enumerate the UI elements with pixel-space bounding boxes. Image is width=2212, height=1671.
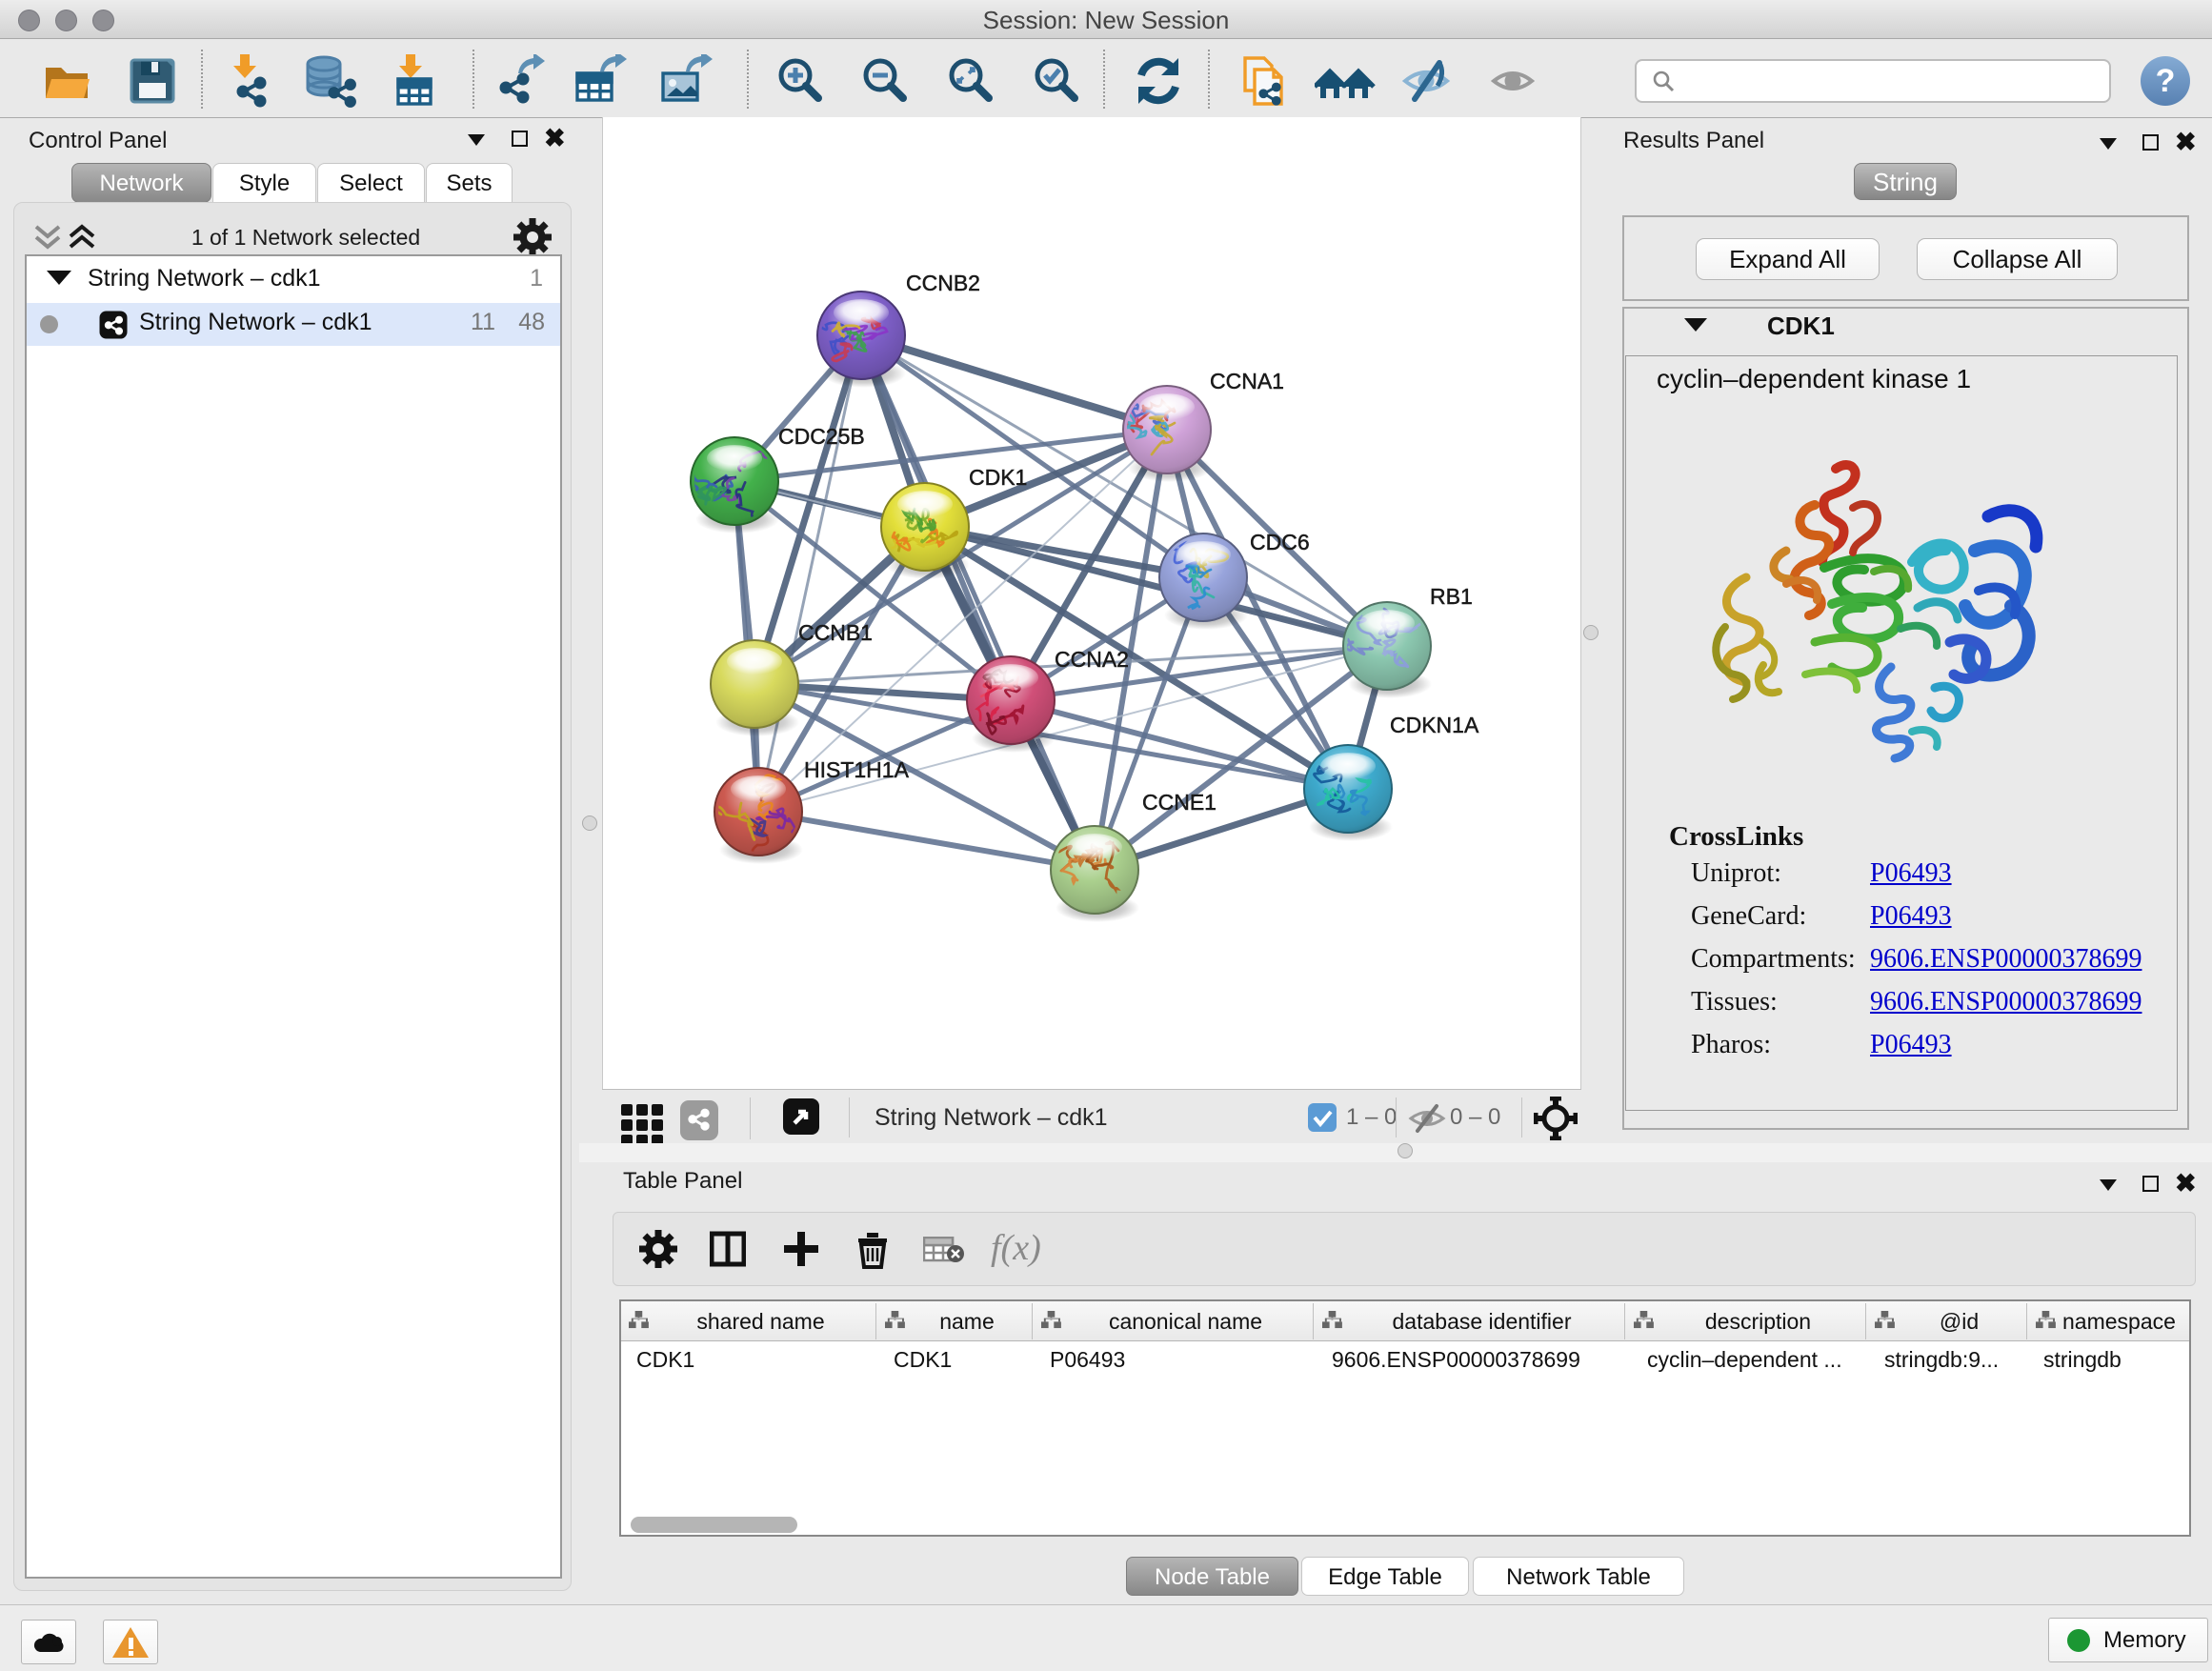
svg-text:CCNA1: CCNA1 (1210, 369, 1284, 393)
svg-text:CCNB2: CCNB2 (906, 271, 980, 295)
svg-text:CCNA2: CCNA2 (1055, 647, 1129, 672)
svg-text:CCNB1: CCNB1 (798, 620, 873, 645)
svg-text:HIST1H1A: HIST1H1A (804, 757, 910, 782)
svg-text:CCNE1: CCNE1 (1142, 790, 1217, 815)
svg-text:CDC6: CDC6 (1250, 530, 1310, 554)
svg-text:CDKN1A: CDKN1A (1390, 713, 1479, 737)
svg-text:RB1: RB1 (1430, 584, 1473, 609)
svg-text:CDK1: CDK1 (969, 465, 1027, 490)
svg-text:CDC25B: CDC25B (778, 424, 865, 449)
